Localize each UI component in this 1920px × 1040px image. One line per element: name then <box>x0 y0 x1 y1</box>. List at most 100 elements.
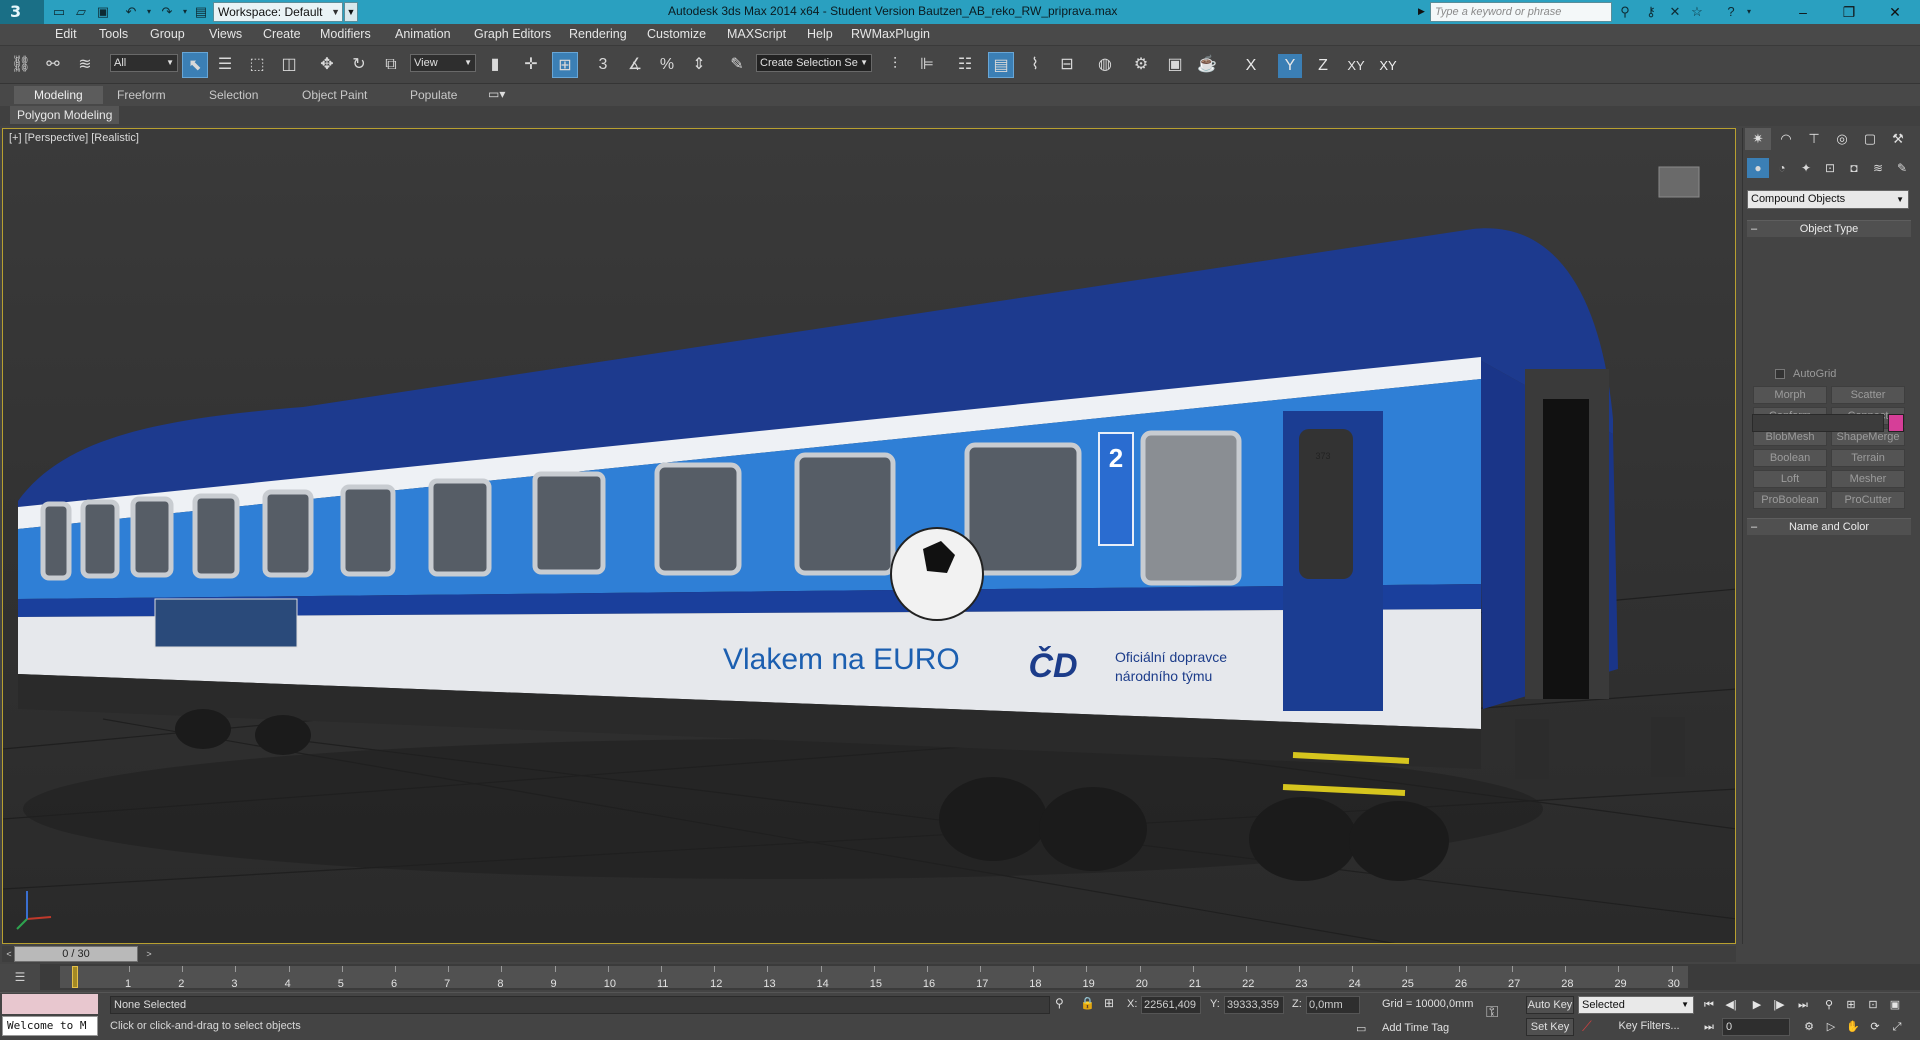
material-editor-icon[interactable]: ◍ <box>1092 52 1118 78</box>
select-and-rotate-icon[interactable]: ↻ <box>346 52 372 78</box>
graphite-ribbon-toggle-icon[interactable]: ▤ <box>988 52 1014 78</box>
favorites-star-icon[interactable]: ☆ <box>1688 3 1706 21</box>
app-logo-icon[interactable]: 3 <box>0 0 44 24</box>
helpers-category-icon[interactable]: ◘ <box>1843 158 1865 178</box>
infocenter-expand-icon[interactable]: ▶ <box>1418 6 1426 18</box>
ribbon-options-icon[interactable]: ▭▾ <box>488 87 505 101</box>
use-pivot-center-icon[interactable]: ▮ <box>482 52 508 78</box>
restrict-y-axis-button[interactable]: Y <box>1278 54 1302 78</box>
menu-customize[interactable]: Customize <box>647 27 706 41</box>
next-frame-icon[interactable]: |▶ <box>1770 996 1788 1014</box>
schematic-view-icon[interactable]: ⊟ <box>1054 52 1080 78</box>
object-type-rollout[interactable]: – Object Type <box>1747 220 1911 237</box>
previous-frame-icon[interactable]: ◀| <box>1722 996 1740 1014</box>
reference-coordinate-dropdown[interactable]: View ▼ <box>410 54 476 72</box>
menu-modifiers[interactable]: Modifiers <box>320 27 371 41</box>
render-setup-icon[interactable]: ⚙ <box>1128 52 1154 78</box>
x-coord-field[interactable]: 22561,409 <box>1141 996 1201 1014</box>
tab-selection[interactable]: Selection <box>199 86 268 104</box>
lights-category-icon[interactable]: ✦ <box>1795 158 1817 178</box>
rectangular-selection-icon[interactable]: ⬚ <box>244 52 270 78</box>
motion-tab-icon[interactable]: ◎ <box>1829 128 1855 150</box>
y-coord-field[interactable]: 39333,359 <box>1224 996 1284 1014</box>
selection-filter-dropdown[interactable]: All ▼ <box>110 54 178 72</box>
select-and-move-icon[interactable]: ✥ <box>314 52 340 78</box>
save-file-icon[interactable]: ▣ <box>94 3 112 21</box>
menu-animation[interactable]: Animation <box>395 27 451 41</box>
angle-snap-icon[interactable]: ∡ <box>622 52 648 78</box>
boolean-button[interactable]: Boolean <box>1753 449 1827 467</box>
percent-snap-icon[interactable]: % <box>654 52 680 78</box>
z-coord-field[interactable]: 0,0mm <box>1306 996 1360 1014</box>
orbit-icon[interactable]: ⟳ <box>1866 1018 1884 1036</box>
new-file-icon[interactable]: ▭ <box>50 3 68 21</box>
help-dropdown-icon[interactable]: ▾ <box>1740 3 1758 21</box>
menu-group[interactable]: Group <box>150 27 185 41</box>
autogrid-checkbox[interactable]: AutoGrid <box>1775 368 1836 380</box>
selection-lock-icon[interactable]: 🔒 <box>1080 996 1095 1010</box>
hierarchy-tab-icon[interactable]: ⊤ <box>1801 128 1827 150</box>
shapes-category-icon[interactable]: ◔ <box>1771 158 1793 178</box>
tab-object-paint[interactable]: Object Paint <box>292 86 377 104</box>
restrict-xy-plane-button[interactable]: XY <box>1342 54 1370 78</box>
time-next-arrow-icon[interactable]: > <box>142 946 156 962</box>
utilities-tab-icon[interactable]: ⚒ <box>1885 128 1911 150</box>
modify-tab-icon[interactable]: ◠ <box>1773 128 1799 150</box>
create-tab-icon[interactable]: ✷ <box>1745 128 1771 150</box>
add-time-tag-button[interactable]: Add Time Tag <box>1382 1022 1449 1034</box>
pan-view-icon[interactable]: ✋ <box>1844 1018 1862 1036</box>
zoom-all-icon[interactable]: ⊞ <box>1842 996 1860 1014</box>
systems-category-icon[interactable]: ✎ <box>1891 158 1913 178</box>
named-selection-sets-dropdown[interactable]: Create Selection Se ▼ <box>756 54 872 72</box>
key-filters-button[interactable]: Key Filters... <box>1604 1018 1694 1036</box>
time-slider-track[interactable]: < > <box>2 946 1736 962</box>
time-slider-thumb[interactable]: 0 / 30 <box>14 946 138 962</box>
keyword-search-input[interactable]: Type a keyword or phrase <box>1430 2 1612 22</box>
current-frame-marker[interactable] <box>72 966 78 988</box>
go-to-start-icon[interactable]: ⏮ <box>1700 996 1718 1014</box>
object-color-swatch[interactable] <box>1888 414 1904 432</box>
restrict-x-axis-button[interactable]: X <box>1240 54 1262 78</box>
scatter-button[interactable]: Scatter <box>1831 386 1905 404</box>
tab-modeling[interactable]: Modeling <box>14 86 103 104</box>
current-frame-field[interactable]: 0 <box>1722 1018 1790 1036</box>
menu-help[interactable]: Help <box>807 27 833 41</box>
menu-edit[interactable]: Edit <box>55 27 77 41</box>
mirror-icon[interactable]: ⫶ <box>882 52 908 78</box>
mini-curve-editor-icon[interactable]: ☰ <box>0 964 40 990</box>
play-icon[interactable]: ▶ <box>1748 996 1766 1014</box>
undo-icon[interactable]: ↶ <box>122 3 140 21</box>
redo-icon[interactable]: ↷ <box>158 3 176 21</box>
layer-manager-icon[interactable]: ☷ <box>952 52 978 78</box>
tab-populate[interactable]: Populate <box>400 86 467 104</box>
time-configuration-icon[interactable]: ⚙ <box>1800 1018 1818 1036</box>
menu-create[interactable]: Create <box>263 27 301 41</box>
unlink-selection-icon[interactable]: ⚯ <box>40 52 66 78</box>
menu-tools[interactable]: Tools <box>99 27 128 41</box>
select-and-link-icon[interactable]: ⛓ <box>8 52 34 78</box>
keyboard-shortcut-override-icon[interactable]: ⊞ <box>552 52 578 78</box>
menu-maxscript[interactable]: MAXScript <box>727 27 786 41</box>
frame-ruler[interactable]: 1 2 3 4 5 6 7 8 9 10 11 12 13 14 15 16 17 18 19 20 21 22 23 24 2… <box>60 966 1688 990</box>
key-mode-icon[interactable]: ⏭ <box>1700 1018 1718 1036</box>
perspective-viewport[interactable]: 2 Vlakem na EURO ČD Oficiální dopravce n… <box>2 128 1736 944</box>
geometry-category-icon[interactable]: ● <box>1747 158 1769 178</box>
tab-freeform[interactable]: Freeform <box>107 86 176 104</box>
align-icon[interactable]: ⊫ <box>914 52 940 78</box>
menu-graph-editors[interactable]: Graph Editors <box>474 27 551 41</box>
morph-button[interactable]: Morph <box>1753 386 1827 404</box>
close-button[interactable]: ✕ <box>1872 0 1918 24</box>
window-crossing-icon[interactable]: ◫ <box>276 52 302 78</box>
set-key-filter-icon[interactable]: ⟋ <box>1582 1018 1592 1035</box>
restore-button[interactable]: ❐ <box>1826 0 1872 24</box>
workspace-dropdown[interactable]: Workspace: Default ▼ <box>213 2 343 22</box>
set-key-key-icon[interactable]: ⚿ <box>1486 1004 1498 1022</box>
absolute-mode-icon[interactable]: ⊞ <box>1104 996 1114 1010</box>
set-key-button[interactable]: Set Key <box>1526 1018 1574 1036</box>
loft-button[interactable]: Loft <box>1753 470 1827 488</box>
help-icon[interactable]: ? <box>1722 3 1740 21</box>
time-tag-icon[interactable]: ▭ <box>1356 1022 1366 1035</box>
polygon-modeling-panel[interactable]: Polygon Modeling <box>10 106 120 124</box>
restrict-z-axis-button[interactable]: Z <box>1312 54 1334 78</box>
curve-editor-icon[interactable]: ⌇ <box>1022 52 1048 78</box>
